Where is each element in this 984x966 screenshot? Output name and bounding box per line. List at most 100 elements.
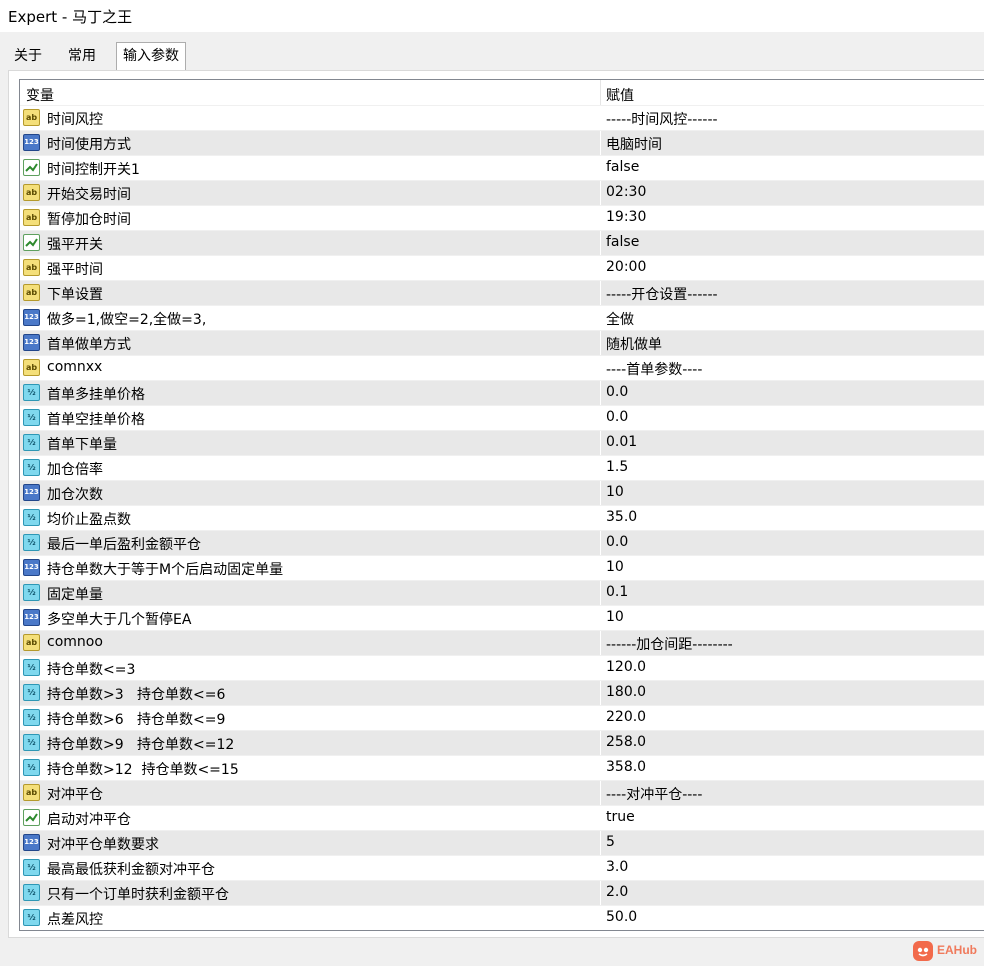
table-row[interactable]: 123 持仓单数大于等于M个后启动固定单量 10 <box>20 555 984 580</box>
parameter-value[interactable]: 180.0 <box>606 684 646 700</box>
table-row[interactable]: ½ 持仓单数<=3 120.0 <box>20 655 984 680</box>
parameter-name: 暂停加仓时间 <box>47 212 131 228</box>
table-row[interactable]: 123 首单做单方式 随机做单 <box>20 330 984 355</box>
table-row[interactable]: 123 加仓次数 10 <box>20 480 984 505</box>
parameter-value[interactable]: true <box>606 809 635 825</box>
parameter-name: 启动对冲平仓 <box>47 812 131 828</box>
parameter-value[interactable]: ----对冲平仓---- <box>606 784 702 804</box>
table-row[interactable]: ab 暂停加仓时间 19:30 <box>20 205 984 230</box>
parameter-value[interactable]: 0.0 <box>606 534 628 550</box>
table-row[interactable]: ½ 最高最低获利金额对冲平仓 3.0 <box>20 855 984 880</box>
parameter-value[interactable]: 0.0 <box>606 409 628 425</box>
parameter-value[interactable]: 随机做单 <box>606 334 662 354</box>
parameter-value[interactable]: ------加仓间距-------- <box>606 634 733 654</box>
table-row[interactable]: ½ 固定单量 0.1 <box>20 580 984 605</box>
parameter-value[interactable]: -----开仓设置------ <box>606 284 718 304</box>
parameter-value[interactable]: 0.0 <box>606 384 628 400</box>
parameter-value[interactable]: 5 <box>606 834 615 850</box>
parameter-name: 持仓单数<=3 <box>47 662 136 678</box>
column-divider[interactable] <box>600 80 601 105</box>
bool-type-icon <box>23 234 40 251</box>
parameter-value[interactable]: 1.5 <box>606 459 628 475</box>
cell-divider <box>600 606 601 630</box>
table-row[interactable]: ab 对冲平仓 ----对冲平仓---- <box>20 780 984 805</box>
string-type-icon: ab <box>23 259 40 276</box>
table-row[interactable]: 123 做多=1,做空=2,全做=3, 全做 <box>20 305 984 330</box>
parameter-value[interactable]: 258.0 <box>606 734 646 750</box>
table-row[interactable]: ab comnxx ----首单参数---- <box>20 355 984 380</box>
table-row[interactable]: ½ 点差风控 50.0 <box>20 905 984 930</box>
parameter-name: 时间控制开关1 <box>47 162 140 178</box>
table-row[interactable]: ab 开始交易时间 02:30 <box>20 180 984 205</box>
cell-divider <box>600 131 601 155</box>
table-row[interactable]: ½ 只有一个订单时获利金额平仓 2.0 <box>20 880 984 905</box>
table-row[interactable]: 123 多空单大于几个暂停EA 10 <box>20 605 984 630</box>
cell-divider <box>600 681 601 705</box>
table-row[interactable]: 强平开关 false <box>20 230 984 255</box>
parameter-value[interactable]: 0.1 <box>606 584 628 600</box>
cell-divider <box>600 806 601 830</box>
table-row[interactable]: ab 强平时间 20:00 <box>20 255 984 280</box>
parameter-value[interactable]: -----时间风控------ <box>606 109 718 129</box>
table-row[interactable]: ½ 持仓单数>12 持仓单数<=15 358.0 <box>20 755 984 780</box>
parameter-value[interactable]: 3.0 <box>606 859 628 875</box>
table-row[interactable]: ½ 均价止盈点数 35.0 <box>20 505 984 530</box>
table-row[interactable]: ½ 首单空挂单价格 0.0 <box>20 405 984 430</box>
table-row[interactable]: ab comnoo ------加仓间距-------- <box>20 630 984 655</box>
parameter-value[interactable]: 35.0 <box>606 509 637 525</box>
table-row[interactable]: ½ 最后一单后盈利金额平仓 0.0 <box>20 530 984 555</box>
double-type-icon: ½ <box>23 909 40 926</box>
tab-common[interactable]: 常用 <box>62 44 102 68</box>
parameter-name: 首单多挂单价格 <box>47 387 145 403</box>
table-row[interactable]: 123 对冲平仓单数要求 5 <box>20 830 984 855</box>
table-row[interactable]: ½ 持仓单数>9 持仓单数<=12 258.0 <box>20 730 984 755</box>
parameter-value[interactable]: ----首单参数---- <box>606 359 702 379</box>
parameter-value[interactable]: 全做 <box>606 309 634 329</box>
parameter-value[interactable]: 0.01 <box>606 434 637 450</box>
table-row[interactable]: 时间控制开关1 false <box>20 155 984 180</box>
cell-divider <box>600 581 601 605</box>
parameter-value[interactable]: 02:30 <box>606 184 646 200</box>
table-row[interactable]: ½ 加仓倍率 1.5 <box>20 455 984 480</box>
table-row[interactable]: ½ 持仓单数>3 持仓单数<=6 180.0 <box>20 680 984 705</box>
column-header-value[interactable]: 赋值 <box>606 85 634 105</box>
parameter-value[interactable]: 220.0 <box>606 709 646 725</box>
bool-type-icon <box>23 159 40 176</box>
cell-divider <box>600 856 601 880</box>
parameter-value[interactable]: 10 <box>606 484 624 500</box>
tab-about[interactable]: 关于 <box>8 44 48 68</box>
parameter-value[interactable]: 50.0 <box>606 909 637 925</box>
parameter-value[interactable]: 10 <box>606 609 624 625</box>
column-header-variable[interactable]: 变量 <box>26 85 54 105</box>
table-row[interactable]: ½ 持仓单数>6 持仓单数<=9 220.0 <box>20 705 984 730</box>
table-row[interactable]: ½ 首单多挂单价格 0.0 <box>20 380 984 405</box>
parameter-value[interactable]: 2.0 <box>606 884 628 900</box>
parameter-value[interactable]: false <box>606 234 639 250</box>
table-row[interactable]: 启动对冲平仓 true <box>20 805 984 830</box>
table-row[interactable]: ab 时间风控 -----时间风控------ <box>20 105 984 130</box>
cell-divider <box>600 706 601 730</box>
parameter-name: 最高最低获利金额对冲平仓 <box>47 862 215 878</box>
table-row[interactable]: ½ 首单下单量 0.01 <box>20 430 984 455</box>
string-type-icon: ab <box>23 184 40 201</box>
parameter-value[interactable]: 120.0 <box>606 659 646 675</box>
parameter-name: 首单下单量 <box>47 437 117 453</box>
parameter-value[interactable]: 10 <box>606 559 624 575</box>
cell-divider <box>600 181 601 205</box>
table-row[interactable]: ab 下单设置 -----开仓设置------ <box>20 280 984 305</box>
cell-divider <box>600 431 601 455</box>
table-row[interactable]: 123 时间使用方式 电脑时间 <box>20 130 984 155</box>
window-title: Expert - 马丁之王 <box>8 8 133 26</box>
cell-divider <box>600 506 601 530</box>
parameter-value[interactable]: 19:30 <box>606 209 646 225</box>
double-type-icon: ½ <box>23 859 40 876</box>
double-type-icon: ½ <box>23 709 40 726</box>
cell-divider <box>600 631 601 655</box>
parameter-value[interactable]: 358.0 <box>606 759 646 775</box>
parameter-value[interactable]: 20:00 <box>606 259 646 275</box>
parameter-name: 首单空挂单价格 <box>47 412 145 428</box>
parameter-value[interactable]: 电脑时间 <box>606 134 662 154</box>
tab-inputs[interactable]: 输入参数 <box>116 42 186 70</box>
cell-divider <box>600 831 601 855</box>
parameter-value[interactable]: false <box>606 159 639 175</box>
